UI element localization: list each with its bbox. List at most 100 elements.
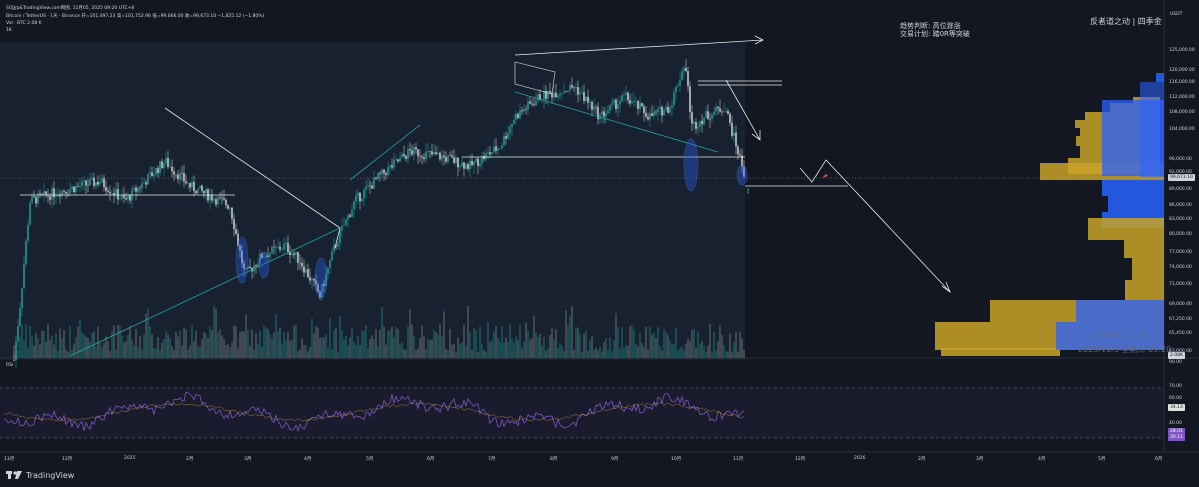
candle-body (25, 240, 27, 265)
volume-bar (505, 337, 507, 358)
candle-body (701, 120, 703, 125)
volume-bar (37, 338, 39, 358)
volume-bar (639, 333, 641, 358)
volume-bar (417, 348, 419, 358)
volume-bar (313, 333, 315, 358)
volume-profile-row (1132, 258, 1164, 280)
volume-bar (329, 318, 331, 358)
candle-body (303, 266, 305, 273)
volume-bar (509, 324, 511, 358)
candle-body (123, 195, 125, 198)
volume-bar (295, 324, 297, 358)
candle-body (91, 177, 93, 180)
candle-body (483, 156, 485, 160)
time-tick-label: 4月 (1038, 457, 1046, 462)
candle-body (581, 92, 583, 93)
candle-body (635, 100, 637, 102)
volume-bar (287, 332, 289, 358)
candle-body (479, 163, 481, 167)
candle-body (179, 173, 181, 180)
candle-body (695, 121, 697, 129)
candle-body (359, 192, 361, 202)
volume-bar (29, 326, 31, 358)
candle-body (161, 161, 163, 169)
volume-bar (177, 336, 179, 358)
candle-body (169, 166, 171, 168)
volume-bar (85, 336, 87, 358)
time-tick-label: 12月 (795, 457, 806, 462)
volume-bar (67, 351, 69, 358)
volume-profile-row (1124, 240, 1164, 258)
volume-bar (583, 333, 585, 358)
symbol-ohlc-legend[interactable]: Bitcoin / TetherUS · 1天 · Binance 开=101,… (6, 13, 264, 19)
indicator-legend[interactable]: 1K (6, 28, 12, 33)
candle-body (407, 149, 409, 159)
volume-bar (717, 340, 719, 358)
candle-body (507, 133, 509, 139)
candle-body (157, 167, 159, 174)
candle-body (49, 196, 51, 200)
candle-body (297, 251, 299, 263)
candle-body (45, 191, 47, 196)
candle-body (137, 187, 139, 192)
price-tick-label: 80,000.00 (1169, 232, 1192, 237)
volume-bar (27, 347, 29, 358)
candle-body (21, 288, 23, 309)
candle-body (83, 180, 85, 182)
candle-body (23, 264, 25, 289)
volume-bar (547, 348, 549, 358)
volume-bar (491, 339, 493, 358)
candle-body (485, 153, 487, 160)
volume-bar (561, 345, 563, 358)
volume-legend[interactable]: Vol · BTC 2.08 K (6, 21, 42, 26)
volume-bar (463, 324, 465, 358)
candle-body (585, 96, 587, 101)
tradingview-logo[interactable]: TradingView (6, 470, 74, 480)
volume-bar (687, 338, 689, 358)
volume-bar (441, 335, 443, 358)
volume-bar (531, 338, 533, 358)
candle-body (561, 93, 563, 94)
rsi-legend[interactable]: RSI (6, 363, 13, 368)
candle-body (199, 185, 201, 189)
volume-bar (469, 332, 471, 358)
candle-body (597, 106, 599, 120)
candle-body (513, 120, 515, 124)
candle-body (27, 224, 29, 241)
candle-body (559, 93, 561, 96)
candle-body (567, 90, 569, 92)
candle-body (467, 164, 469, 170)
volume-bar (375, 329, 377, 358)
volume-bar (637, 346, 639, 358)
time-tick-label: 4月 (304, 457, 312, 462)
highlight-ellipse (683, 138, 699, 192)
volume-bar (125, 341, 127, 358)
volume-bar (393, 336, 395, 358)
candle-body (639, 103, 641, 110)
candle-body (577, 87, 579, 95)
price-chart[interactable] (0, 0, 1199, 487)
volume-bar (495, 325, 497, 358)
candle-body (55, 196, 57, 198)
volume-bar (373, 338, 375, 358)
volume-bar (513, 342, 515, 358)
candle-body (357, 192, 359, 196)
candle-body (127, 195, 129, 200)
candle-body (39, 193, 41, 194)
candle-body (395, 159, 397, 160)
volume-bar (735, 331, 737, 358)
volume-bar (421, 325, 423, 358)
candle-body (593, 106, 595, 110)
candle-body (605, 113, 607, 117)
volume-bar (99, 342, 101, 358)
candle-body (657, 108, 659, 112)
candle-body (603, 111, 605, 117)
volume-bar (439, 324, 441, 358)
candle-body (33, 196, 35, 197)
volume-bar (249, 346, 251, 358)
candle-body (661, 106, 663, 116)
volume-bar (497, 337, 499, 358)
volume-bar (657, 326, 659, 358)
candle-body (87, 185, 89, 186)
volume-bar (95, 346, 97, 358)
